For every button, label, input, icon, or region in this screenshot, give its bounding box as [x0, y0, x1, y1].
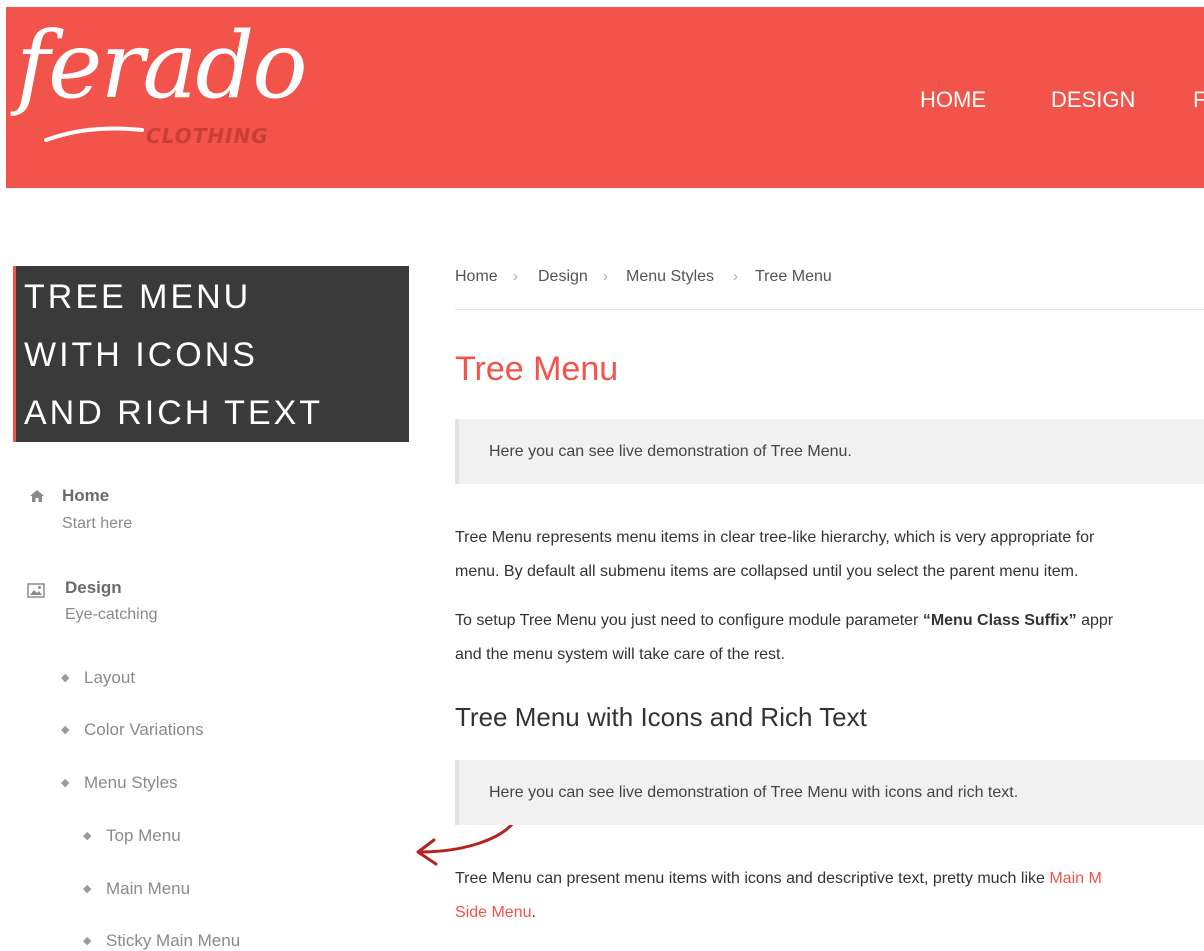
sidebar-title-line: WITH ICONS	[24, 336, 258, 374]
paragraph-line: Tree Menu can present menu items with ic…	[455, 869, 1102, 889]
side-menu-link[interactable]: Side Menu	[455, 904, 532, 921]
sidebar-item-sticky-main-menu[interactable]: Sticky Main Menu	[106, 931, 240, 951]
nav-design[interactable]: DESIGN	[1051, 87, 1135, 113]
nav-next-item[interactable]: F	[1193, 87, 1204, 113]
sidebar-item-home[interactable]: Home	[62, 486, 109, 506]
sidebar-item-menu-styles[interactable]: Menu Styles	[84, 773, 178, 793]
sidebar-item-layout[interactable]: Layout	[84, 668, 135, 688]
bullet-icon: ◆	[83, 935, 92, 947]
chevron-right-icon: ›	[603, 268, 608, 285]
section-heading: Tree Menu with Icons and Rich Text	[455, 702, 867, 732]
divider	[455, 309, 1204, 310]
bullet-icon: ◆	[83, 830, 92, 842]
chevron-right-icon: ›	[733, 268, 738, 285]
breadcrumb-home[interactable]: Home	[455, 267, 498, 287]
breadcrumb-design[interactable]: Design	[538, 267, 588, 287]
sidebar-item-design-desc: Eye-catching	[65, 606, 158, 623]
image-icon	[27, 583, 45, 598]
bullet-icon: ◆	[61, 777, 70, 789]
sidebar-item-main-menu[interactable]: Main Menu	[106, 879, 190, 899]
paragraph-line: Side Menu.	[455, 903, 536, 923]
logo[interactable]: ferado	[16, 20, 308, 112]
sidebar-item-design[interactable]: Design	[65, 578, 122, 598]
notice-text: Here you can see live demonstration of T…	[489, 784, 1019, 801]
sidebar-title-line: AND RICH TEXT	[24, 394, 324, 432]
paragraph-text: Tree Menu can present menu items with ic…	[455, 870, 1050, 887]
breadcrumb-current: Tree Menu	[755, 268, 832, 285]
sidebar-item-color-variations[interactable]: Color Variations	[84, 720, 204, 740]
annotation-arrow-icon	[416, 820, 516, 866]
paragraph-text: To setup Tree Menu you just need to conf…	[455, 612, 923, 629]
sidebar-item-top-menu[interactable]: Top Menu	[106, 826, 181, 846]
sidebar-item-home-desc: Start here	[62, 515, 133, 532]
home-icon	[30, 490, 44, 502]
paragraph-line: menu. By default all submenu items are c…	[455, 563, 1079, 580]
paragraph-line: and the menu system will take care of th…	[455, 646, 785, 663]
paragraph-text: appr	[1076, 612, 1114, 629]
menu-class-suffix-text: “Menu Class Suffix”	[922, 612, 1077, 629]
paragraph-line: Tree Menu represents menu items in clear…	[455, 529, 1095, 546]
paragraph-text: .	[531, 904, 536, 921]
logo-swoosh-icon	[44, 126, 144, 142]
logo-subtitle: CLOTHING	[146, 124, 269, 148]
page-title: Tree Menu	[455, 350, 619, 388]
bullet-icon: ◆	[83, 883, 92, 895]
notice-text: Here you can see live demonstration of T…	[489, 443, 852, 460]
nav-home[interactable]: HOME	[920, 87, 986, 113]
breadcrumb-menu-styles[interactable]: Menu Styles	[626, 267, 714, 287]
paragraph-line: To setup Tree Menu you just need to conf…	[455, 611, 1113, 631]
bullet-icon: ◆	[61, 672, 70, 684]
main-menu-link[interactable]: Main M	[1049, 870, 1101, 887]
chevron-right-icon: ›	[513, 268, 518, 285]
bullet-icon: ◆	[61, 724, 70, 736]
sidebar-title-line: TREE MENU	[24, 278, 252, 316]
